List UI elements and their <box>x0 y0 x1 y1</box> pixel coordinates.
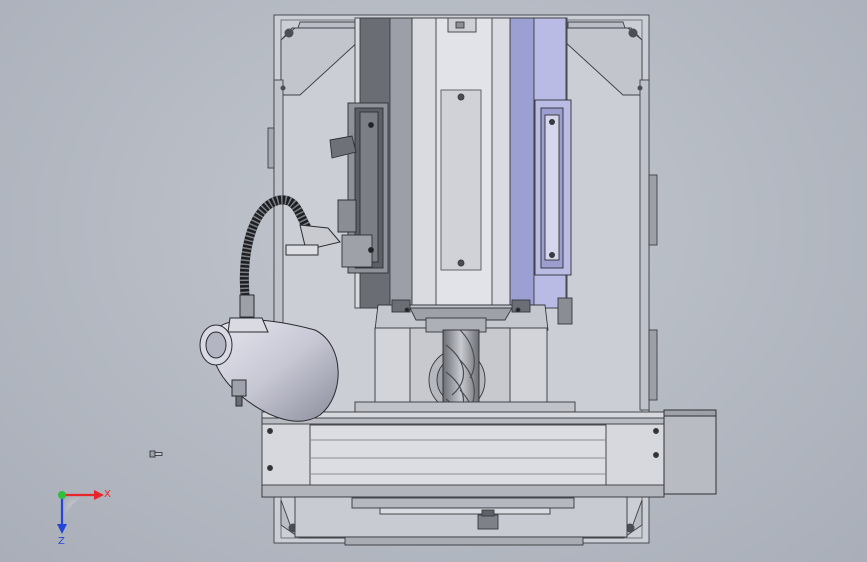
coordinate-triad-icon: X Z <box>57 489 111 547</box>
triad-x-label: X <box>104 489 111 500</box>
work-table[interactable] <box>261 401 665 498</box>
cad-viewport[interactable]: X Z <box>0 0 867 562</box>
right-slide-block[interactable] <box>534 99 572 276</box>
base-saddle[interactable] <box>294 496 628 546</box>
screw-icon <box>149 450 163 458</box>
triad-z-label: Z <box>58 536 65 547</box>
work-lamp[interactable] <box>199 317 339 422</box>
x-axis-motor[interactable] <box>663 409 717 495</box>
